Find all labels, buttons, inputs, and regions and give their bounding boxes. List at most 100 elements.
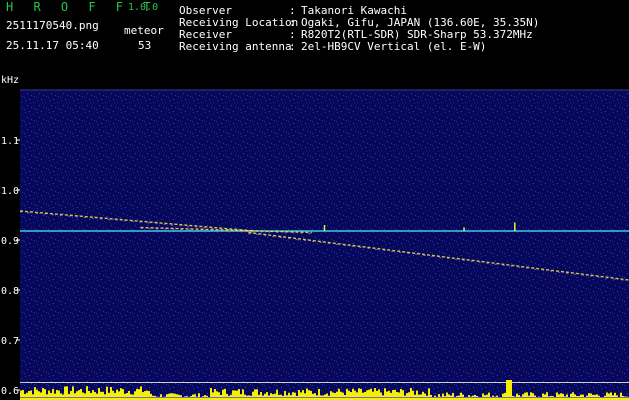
activity-bar [142,392,144,400]
activity-bar [98,388,100,400]
activity-bar [362,392,364,400]
activity-bar [88,390,90,400]
activity-bar [428,388,430,400]
activity-bar [26,392,28,400]
activity-bar [190,396,192,400]
activity-bar [384,388,386,400]
noise-background [20,90,629,400]
activity-bar [40,392,42,400]
antenna-colon: : [289,40,296,53]
activity-bar [216,391,218,400]
y-tick-label: 0.9 [1,236,19,247]
activity-bar [120,388,122,400]
activity-bar [356,392,358,400]
activity-bar [54,393,56,400]
activity-bar [442,393,444,400]
activity-bar [210,388,212,400]
hrofft-window: H R O F F T 1.0.0 2511170540.png meteor … [0,0,629,400]
activity-bar [572,392,574,400]
activity-bar [294,392,296,400]
activity-bar [370,388,372,400]
activity-bar [144,391,146,400]
activity-bar [532,393,534,400]
activity-bar [102,391,104,400]
antenna-value: 2el-HB9CV Vertical (el. E-W) [301,40,487,53]
y-axis-label: kHz [1,75,19,86]
activity-bar [146,390,148,400]
activity-bar [252,391,254,400]
activity-bar [36,389,38,400]
spectrogram: 1.11.00.90.80.70.6 054105420543054405450… [1,75,629,400]
activity-bar [394,389,396,400]
activity-bar [304,393,306,400]
activity-bar [306,388,308,400]
activity-bar [226,393,228,400]
activity-bar [50,392,52,400]
activity-bar [326,393,328,400]
activity-bar [214,389,216,400]
y-tick-label: 0.7 [1,336,19,347]
activity-bar [346,388,348,400]
activity-bar [148,391,150,400]
activity-bar [504,392,506,400]
activity-bar [34,387,36,400]
activity-bar [28,391,30,400]
activity-bar [276,389,278,400]
activity-bar [332,392,334,400]
activity-bar [524,392,526,400]
activity-bar [390,392,392,400]
activity-bar [368,389,370,400]
activity-bar [446,392,448,400]
activity-bar [398,392,400,400]
activity-bar [608,393,610,400]
activity-bar [548,396,550,400]
activity-bar [136,388,138,400]
y-axis: 1.1 1.0 0.9 0.8 0.7 0.6 [1,136,20,397]
activity-bar [378,389,380,400]
activity-bar [224,388,226,400]
activity-bar [260,392,262,400]
activity-bar [546,392,548,400]
activity-bar [360,388,362,400]
activity-bar [112,390,114,400]
activity-bar [212,392,214,400]
antenna-label: Receiving antenna [179,40,292,53]
activity-bar [424,393,426,400]
activity-bar [606,392,608,400]
activity-bar [242,389,244,400]
activity-bar [560,393,562,400]
activity-bar [82,392,84,400]
activity-bar [122,389,124,400]
activity-bar [170,393,172,400]
file-name: 2511170540.png [6,19,99,32]
activity-bar [94,392,96,400]
activity-bar [556,392,558,400]
activity-bar [416,390,418,400]
activity-bar [526,392,528,400]
activity-bar [410,388,412,400]
activity-bar [354,390,356,400]
activity-bar [366,390,368,400]
activity-bar [270,393,272,400]
activity-bar [482,393,484,400]
activity-bar [340,391,342,400]
activity-bar [564,396,566,400]
activity-bar [300,392,302,400]
activity-bar [60,393,62,400]
activity-bar [488,392,490,400]
activity-bar [70,391,72,400]
activity-bar [338,388,340,400]
activity-bar [58,390,60,400]
activity-bar [402,390,404,400]
activity-bar [74,393,76,400]
activity-bar [318,388,320,400]
activity-bar [42,387,44,400]
activity-bar [92,390,94,400]
y-tick-label: 1.1 [1,136,19,147]
activity-bar [334,392,336,400]
activity-bar [264,393,266,400]
activity-bar [138,389,140,400]
activity-bar [614,392,616,400]
activity-bar [134,391,136,400]
activity-bar [116,389,118,400]
